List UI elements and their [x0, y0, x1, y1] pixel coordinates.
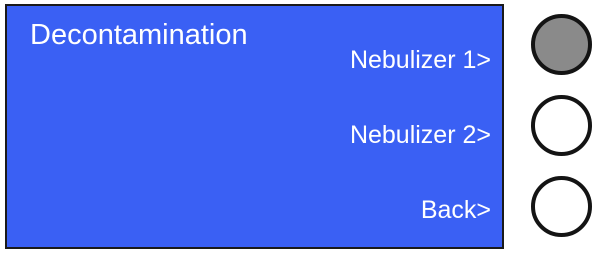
menu-item-back[interactable]: Back> — [421, 195, 491, 225]
display-screen: Decontamination Nebulizer 1> Nebulizer 2… — [5, 4, 504, 249]
menu-item-nebulizer-2[interactable]: Nebulizer 2> — [350, 120, 491, 150]
circle-button-3[interactable] — [531, 176, 592, 237]
menu-item-nebulizer-1[interactable]: Nebulizer 1> — [350, 45, 491, 75]
screen-title: Decontamination — [30, 19, 248, 51]
device-panel: Decontamination Nebulizer 1> Nebulizer 2… — [0, 0, 597, 255]
circle-button-1[interactable] — [531, 14, 592, 75]
circle-button-2[interactable] — [531, 95, 592, 156]
